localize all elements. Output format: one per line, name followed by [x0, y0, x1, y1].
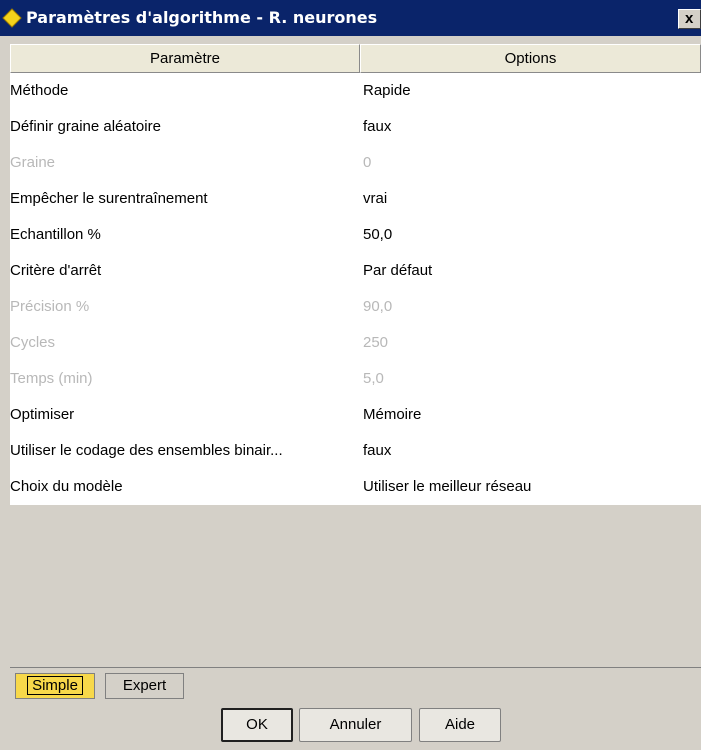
option-value-cell[interactable]: Mémoire — [363, 397, 701, 433]
option-value-cell[interactable]: Utiliser le meilleur réseau — [363, 469, 701, 505]
table-row[interactable]: Temps (min) 5,0 — [10, 361, 701, 397]
table-row[interactable]: Optimiser Mémoire — [10, 397, 701, 433]
algorithm-settings-dialog: Paramètres d'algorithme - R. neurones x … — [0, 0, 701, 750]
table-row[interactable]: Utiliser le codage des ensembles binair.… — [10, 433, 701, 469]
parameter-name-cell: Utiliser le codage des ensembles binair.… — [10, 442, 283, 459]
ok-button[interactable]: OK — [221, 708, 293, 742]
option-value-cell: 0 — [363, 154, 372, 171]
option-value-cell[interactable]: vrai — [363, 181, 701, 217]
table-divider — [10, 667, 701, 668]
table-row[interactable]: Critère d'arrêt Par défaut — [10, 253, 701, 289]
column-header-options[interactable]: Options — [360, 44, 701, 73]
table-row[interactable]: Définir graine aléatoire faux — [10, 109, 701, 145]
close-button[interactable]: x — [678, 9, 701, 29]
table-row[interactable]: Précision % 90,0 — [10, 289, 701, 325]
option-value-cell[interactable]: faux — [363, 109, 701, 145]
table-row[interactable]: Méthode Rapide — [10, 73, 701, 109]
table-row[interactable]: Cycles 250 — [10, 325, 701, 361]
parameter-name-cell: Graine — [10, 154, 56, 171]
column-header-parameter[interactable]: Paramètre — [10, 44, 360, 73]
parameter-name-cell: Précision % — [10, 298, 90, 315]
parameter-name-cell: Cycles — [10, 334, 56, 351]
parameter-name-cell: Critère d'arrêt — [10, 262, 102, 279]
parameter-name-cell: Définir graine aléatoire — [10, 118, 161, 135]
cancel-button[interactable]: Annuler — [299, 708, 412, 742]
option-value-cell: 90,0 — [363, 298, 393, 315]
help-button[interactable]: Aide — [419, 708, 501, 742]
parameter-name-cell: Méthode — [10, 82, 69, 99]
table-header: Paramètre Options — [10, 44, 701, 74]
tab-expert[interactable]: Expert — [105, 673, 184, 699]
table-row[interactable]: Empêcher le surentraînement vrai — [10, 181, 701, 217]
parameter-name-cell: Choix du modèle — [10, 478, 123, 495]
parameter-name-cell: Temps (min) — [10, 370, 93, 387]
diamond-icon — [2, 8, 22, 28]
title-bar[interactable]: Paramètres d'algorithme - R. neurones x — [0, 0, 701, 36]
table-row[interactable]: Echantillon % 50,0 — [10, 217, 701, 253]
tab-simple[interactable]: Simple — [15, 673, 95, 699]
option-value-cell[interactable]: Rapide — [363, 73, 701, 109]
tab-simple-label: Simple — [27, 676, 83, 695]
table-row[interactable]: Graine 0 — [10, 145, 701, 181]
close-icon: x — [685, 10, 694, 27]
table-row[interactable]: Choix du modèle Utiliser le meilleur rése… — [10, 469, 701, 505]
parameter-name-cell: Optimiser — [10, 406, 75, 423]
tab-expert-label: Expert — [122, 677, 167, 694]
option-value-cell: 250 — [363, 334, 389, 351]
option-value-cell[interactable]: 50,0 — [363, 217, 701, 253]
parameter-name-cell: Echantillon % — [10, 226, 101, 243]
option-value-cell: 5,0 — [363, 370, 384, 387]
option-value-cell[interactable]: Par défaut — [363, 253, 701, 289]
window-title: Paramètres d'algorithme - R. neurones — [26, 8, 378, 27]
parameter-table: Paramètre Options Méthode Rapide Définir g… — [10, 44, 701, 668]
parameter-name-cell: Empêcher le surentraînement — [10, 190, 208, 207]
option-value-cell[interactable]: faux — [363, 433, 701, 469]
